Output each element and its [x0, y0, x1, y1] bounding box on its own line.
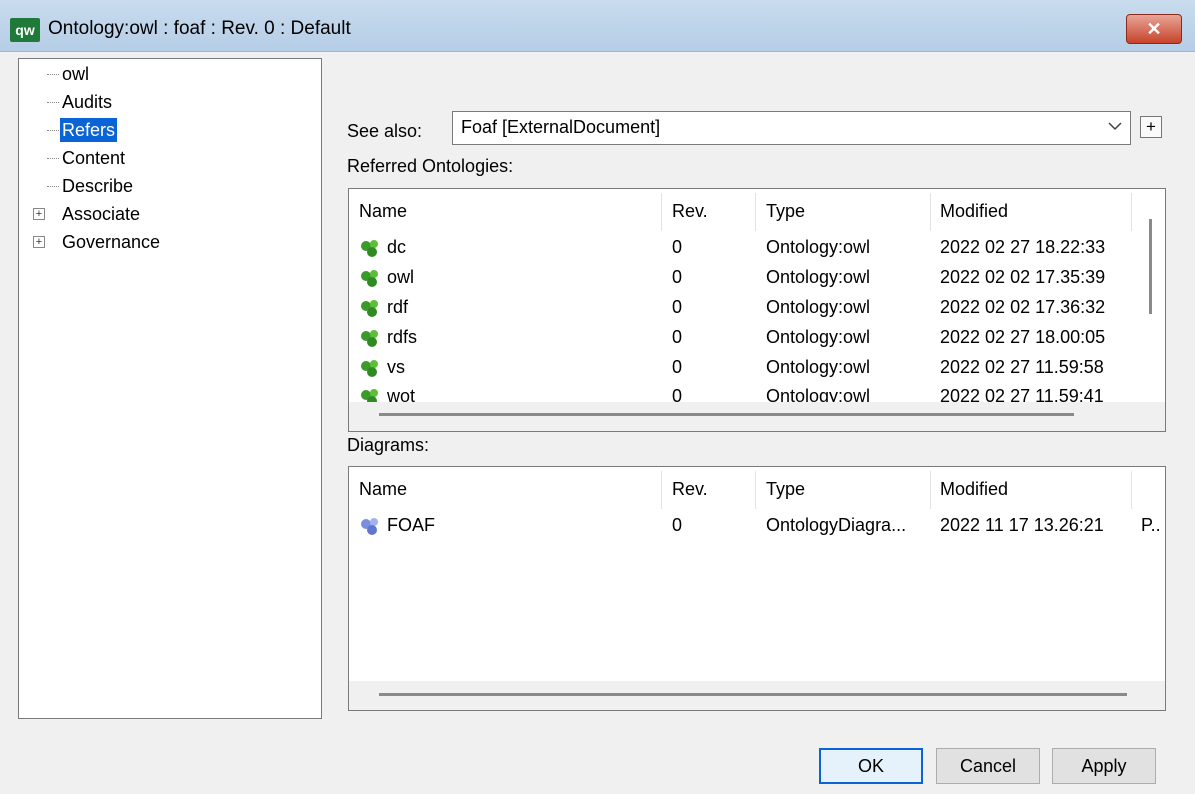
- close-button[interactable]: ✕: [1126, 14, 1182, 44]
- ontology-icon: [361, 270, 378, 287]
- ontology-icon: [361, 360, 378, 377]
- chevron-down-icon[interactable]: [1108, 118, 1122, 136]
- app-icon: qw: [10, 18, 40, 42]
- ontology-icon: [361, 300, 378, 317]
- cancel-button[interactable]: Cancel: [936, 748, 1040, 784]
- column-header-name[interactable]: Name: [359, 479, 407, 500]
- vertical-scrollbar-thumb[interactable]: [1149, 219, 1152, 314]
- diagrams-table: Name Rev. Type Modified FOAF 0 OntologyD…: [348, 466, 1166, 711]
- column-header-modified[interactable]: Modified: [940, 479, 1008, 500]
- tree-item-label: Describe: [62, 176, 134, 196]
- expand-icon[interactable]: +: [33, 236, 45, 248]
- column-header-type[interactable]: Type: [766, 479, 805, 500]
- tree-item-label: Refers: [58, 117, 119, 143]
- column-header-rev[interactable]: Rev.: [672, 479, 708, 500]
- expand-icon[interactable]: +: [33, 208, 45, 220]
- referred-ontologies-table: Name Rev. Type Modified dc 0 Ontology:ow…: [348, 188, 1166, 432]
- tree-item-label: Associate: [62, 204, 141, 224]
- table-row[interactable]: vs 0 Ontology:owl 2022 02 27 11.59:58: [349, 353, 1165, 383]
- table-row[interactable]: wot 0 Ontology:owl 2022 02 27 11.59:41: [349, 382, 1165, 402]
- column-header-modified[interactable]: Modified: [940, 201, 1008, 222]
- see-also-label: See also:: [347, 121, 423, 141]
- apply-button[interactable]: Apply: [1052, 748, 1156, 784]
- table-row[interactable]: rdf 0 Ontology:owl 2022 02 02 17.36:32: [349, 293, 1165, 323]
- diagram-icon: [361, 518, 378, 535]
- horizontal-scrollbar[interactable]: [349, 681, 1165, 710]
- referred-ontologies-label: Referred Ontologies:: [347, 156, 514, 176]
- ontology-icon: [361, 330, 378, 347]
- see-also-value: Foaf [ExternalDocument]: [461, 117, 661, 137]
- table-header: Name Rev. Type Modified: [349, 467, 1165, 511]
- column-header-type[interactable]: Type: [766, 201, 805, 222]
- tree-item-label: Governance: [62, 232, 161, 252]
- table-row[interactable]: dc 0 Ontology:owl 2022 02 27 18.22:33: [349, 233, 1165, 263]
- scrollbar-thumb[interactable]: [379, 413, 1074, 416]
- tree-item-label: owl: [62, 64, 90, 84]
- ontology-icon: [361, 389, 378, 402]
- scrollbar-thumb[interactable]: [379, 693, 1127, 696]
- title-bar: qw Ontology:owl : foaf : Rev. 0 : Defaul…: [0, 0, 1195, 52]
- table-row[interactable]: owl 0 Ontology:owl 2022 02 02 17.35:39: [349, 263, 1165, 293]
- table-row[interactable]: rdfs 0 Ontology:owl 2022 02 27 18.00:05: [349, 323, 1165, 353]
- column-header-name[interactable]: Name: [359, 201, 407, 222]
- table-header: Name Rev. Type Modified: [349, 189, 1165, 233]
- tree-item-label: Content: [62, 148, 126, 168]
- table-row[interactable]: FOAF 0 OntologyDiagra... 2022 11 17 13.2…: [349, 511, 1165, 541]
- diagrams-label: Diagrams:: [347, 435, 430, 455]
- ok-button[interactable]: OK: [819, 748, 923, 784]
- horizontal-scrollbar[interactable]: [349, 402, 1165, 431]
- add-see-also-button[interactable]: +: [1140, 116, 1162, 138]
- tree-item-label: Audits: [62, 92, 113, 112]
- column-header-rev[interactable]: Rev.: [672, 201, 708, 222]
- dialog-window: qw Ontology:owl : foaf : Rev. 0 : Defaul…: [0, 0, 1195, 794]
- see-also-select[interactable]: Foaf [ExternalDocument]: [452, 111, 1131, 145]
- ontology-icon: [361, 240, 378, 257]
- window-title: Ontology:owl : foaf : Rev. 0 : Default: [48, 18, 351, 39]
- navigation-tree: owl Audits Refers Content Describe + Ass…: [18, 58, 322, 719]
